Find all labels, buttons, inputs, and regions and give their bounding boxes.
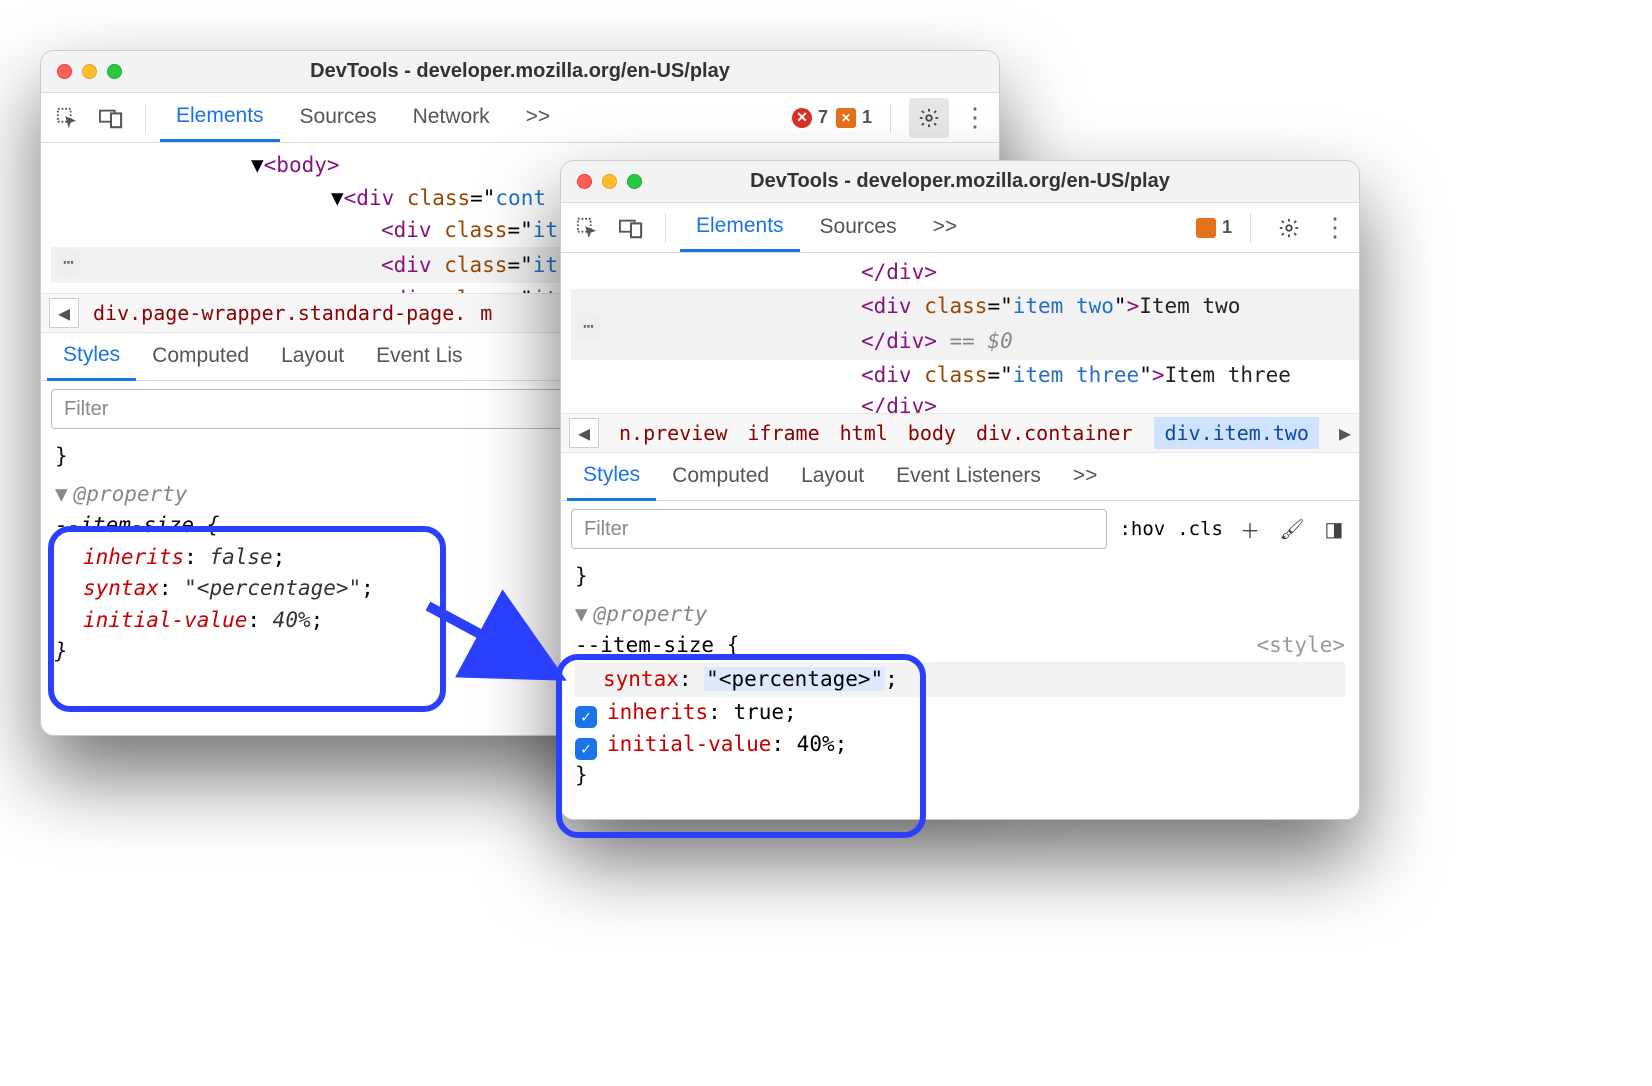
tab-more[interactable]: >> [510, 95, 567, 140]
device-toggle-icon[interactable] [91, 98, 131, 138]
tab-computed[interactable]: Computed [656, 454, 785, 499]
tab-sources[interactable]: Sources [284, 95, 393, 140]
gear-icon[interactable] [909, 98, 949, 138]
kebab-icon[interactable]: ⋮ [1317, 212, 1353, 243]
warning-badge[interactable]: 1 [1196, 217, 1232, 238]
titlebar: DevTools - developer.mozilla.org/en-US/p… [41, 51, 999, 93]
cls-toggle[interactable]: .cls [1177, 518, 1223, 540]
breadcrumb[interactable]: ◀ n.preview iframe html body div.contain… [561, 413, 1359, 453]
tab-more[interactable]: >> [917, 205, 974, 250]
gear-icon[interactable] [1269, 208, 1309, 248]
zoom-icon[interactable] [107, 64, 122, 79]
traffic-lights [577, 174, 642, 189]
window-title: DevTools - developer.mozilla.org/en-US/p… [561, 170, 1359, 193]
tab-event-listeners[interactable]: Event Lis [360, 334, 478, 379]
error-badge[interactable]: ✕7 [792, 107, 828, 128]
plus-icon[interactable]: ＋ [1235, 515, 1265, 544]
tab-sources[interactable]: Sources [804, 205, 913, 250]
close-icon[interactable] [577, 174, 592, 189]
filter-input[interactable]: Filter [571, 509, 1107, 549]
tab-elements[interactable]: Elements [160, 94, 280, 142]
brush-icon[interactable]: 🖌 [1277, 517, 1307, 542]
close-icon[interactable] [57, 64, 72, 79]
zoom-icon[interactable] [627, 174, 642, 189]
panel-toggle-icon[interactable]: ◨ [1319, 517, 1349, 542]
tab-styles[interactable]: Styles [567, 453, 656, 501]
tab-layout[interactable]: Layout [265, 334, 360, 379]
inspect-icon[interactable] [47, 98, 87, 138]
checkbox-icon[interactable]: ✓ [575, 738, 597, 760]
chevron-left-icon[interactable]: ◀ [49, 298, 79, 328]
ellipsis-icon[interactable]: ⋯ [57, 249, 80, 277]
tab-styles[interactable]: Styles [47, 333, 136, 381]
devtools-window-2: DevTools - developer.mozilla.org/en-US/p… [560, 160, 1360, 820]
tab-elements[interactable]: Elements [680, 204, 800, 252]
main-toolbar: Elements Sources Network >> ✕7 ✕1 ⋮ [41, 93, 999, 143]
traffic-lights [57, 64, 122, 79]
tab-layout[interactable]: Layout [785, 454, 880, 499]
breadcrumb-selected[interactable]: div.item.two [1154, 417, 1319, 449]
inspect-icon[interactable] [567, 208, 607, 248]
window-title: DevTools - developer.mozilla.org/en-US/p… [41, 60, 999, 83]
tab-computed[interactable]: Computed [136, 334, 265, 379]
main-toolbar: Elements Sources >> 1 ⋮ [561, 203, 1359, 253]
minimize-icon[interactable] [602, 174, 617, 189]
tab-more[interactable]: >> [1057, 454, 1114, 499]
kebab-icon[interactable]: ⋮ [957, 102, 993, 133]
titlebar: DevTools - developer.mozilla.org/en-US/p… [561, 161, 1359, 203]
styles-panel-tabs: Styles Computed Layout Event Listeners >… [561, 453, 1359, 501]
hov-toggle[interactable]: :hov [1119, 518, 1165, 540]
checkbox-icon[interactable]: ✓ [575, 706, 597, 728]
chevron-left-icon[interactable]: ◀ [569, 418, 599, 448]
warning-badge[interactable]: ✕1 [836, 107, 872, 128]
device-toggle-icon[interactable] [611, 208, 651, 248]
styles-body[interactable]: } ▼ @property --item-size { <style> synt… [561, 557, 1359, 806]
tab-network[interactable]: Network [397, 95, 506, 140]
tab-event-listeners[interactable]: Event Listeners [880, 454, 1057, 499]
minimize-icon[interactable] [82, 64, 97, 79]
source-link[interactable]: <style> [1256, 630, 1345, 662]
ellipsis-icon[interactable]: ⋯ [577, 313, 600, 340]
dom-tree[interactable]: </div> <div class="item two">Item two </… [561, 253, 1359, 413]
